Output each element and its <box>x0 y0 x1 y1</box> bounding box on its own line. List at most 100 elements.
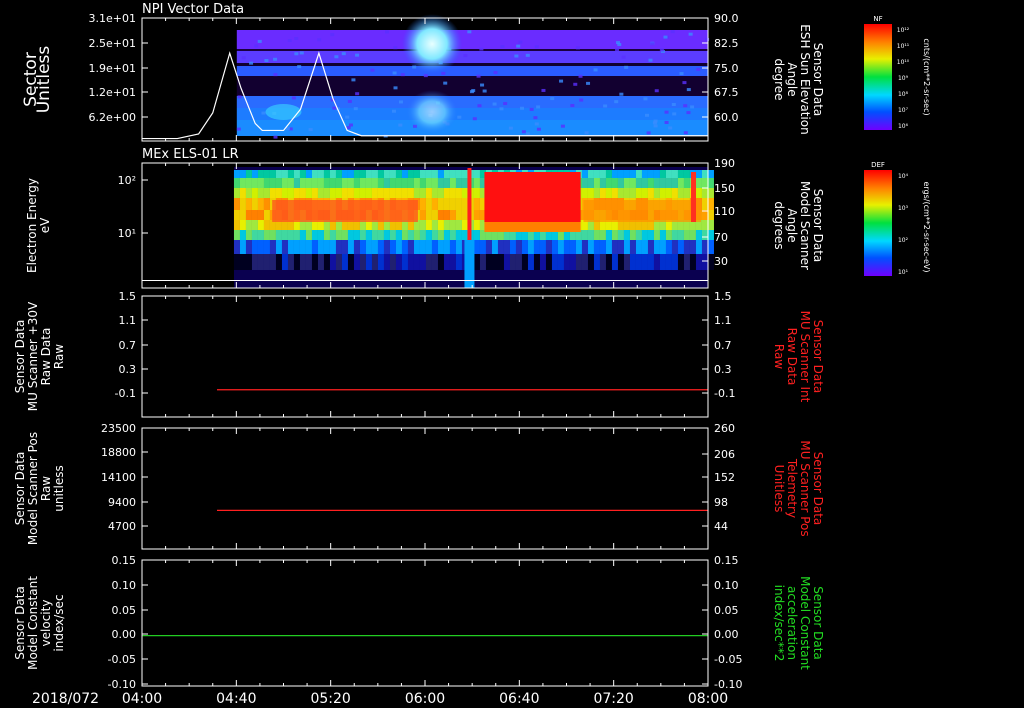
els-cell <box>335 178 342 188</box>
y-axis-label-right: Sensor Data <box>811 586 825 660</box>
npi-pixel <box>500 45 505 49</box>
npi-pixel <box>370 68 375 72</box>
els-cell <box>623 178 630 188</box>
els-cell <box>653 188 660 198</box>
y-axis-label-left: Raw <box>39 476 53 501</box>
els-cell <box>425 178 432 188</box>
els-cell <box>263 254 270 270</box>
els-cell <box>389 254 396 270</box>
npi-pixel <box>384 30 389 34</box>
npi-pixel <box>299 51 304 55</box>
els-cell <box>461 170 468 178</box>
els-cell <box>479 240 486 254</box>
els-cell <box>653 170 660 178</box>
els-cell <box>245 230 252 240</box>
npi-pixel <box>525 53 530 57</box>
els-cell <box>287 170 294 178</box>
els-cell <box>365 254 372 270</box>
y-axis-label-left: Raw <box>52 344 66 369</box>
colorbar-2: DEF 10⁴ 10³ 10² 10¹ ergs/(cm**2-sr-sec-eV) <box>864 161 931 276</box>
els-cell <box>341 240 348 254</box>
els-cell <box>635 178 642 188</box>
els-cell <box>371 254 378 270</box>
els-cell <box>299 188 306 198</box>
els-cell <box>545 254 552 270</box>
els-cell <box>425 220 432 230</box>
els-cell <box>659 254 666 270</box>
els-cell <box>353 254 360 270</box>
npi-band-1 <box>236 49 708 51</box>
els-cell <box>629 230 636 240</box>
els-cell <box>551 240 558 254</box>
panel-border <box>141 559 709 687</box>
npi-pixel <box>353 107 358 111</box>
y-tick-label-left: 2.5e+01 <box>89 37 136 50</box>
els-cell <box>503 240 510 254</box>
els-cell <box>473 230 480 240</box>
npi-pixel <box>696 67 701 71</box>
els-cell <box>599 254 606 270</box>
els-cell <box>515 240 522 254</box>
els-cell <box>707 220 714 230</box>
els-cell <box>287 230 294 240</box>
els-cell <box>311 240 318 254</box>
y-tick-label-left: -0.1 <box>115 387 136 400</box>
npi-pixel <box>443 81 448 85</box>
els-cell <box>593 240 600 254</box>
els-cell <box>695 170 702 178</box>
els-cell <box>233 170 240 178</box>
els-cell <box>329 230 336 240</box>
y-tick-label-left: 1.9e+01 <box>89 62 136 75</box>
els-cell <box>365 170 372 178</box>
npi-pixel <box>332 106 337 110</box>
els-cell <box>383 178 390 188</box>
y-axis-label-right: degree <box>772 58 786 100</box>
npi-pixel <box>254 44 259 48</box>
els-cell <box>701 230 708 240</box>
els-cell <box>323 240 330 254</box>
els-cell <box>629 188 636 198</box>
els-cell <box>431 178 438 188</box>
els-cell <box>395 170 402 178</box>
els-cell <box>305 240 312 254</box>
els-cell <box>461 220 468 230</box>
npi-pixel <box>273 135 278 139</box>
npi-pixel <box>686 88 691 92</box>
els-cell <box>413 230 420 240</box>
els-cell <box>443 254 450 270</box>
els-cell <box>629 170 636 178</box>
els-cell <box>665 170 672 178</box>
npi-pixel <box>348 123 353 127</box>
els-cell <box>455 220 462 230</box>
y-axis-label-left: Sensor Data <box>13 320 27 394</box>
els-cell <box>449 170 456 178</box>
els-cell <box>461 198 468 210</box>
els-cell <box>311 170 318 178</box>
els-cell <box>419 220 426 230</box>
els-cell <box>383 240 390 254</box>
els-cell <box>581 254 588 270</box>
els-cell <box>251 178 258 188</box>
els-cell <box>653 178 660 188</box>
panel-5-frame: 0.15 0.10 0.05 0.00 -0.05 -0.10 0.15 0.10 0.05 0.… <box>13 554 825 691</box>
els-cell <box>443 220 450 230</box>
els-cell <box>395 240 402 254</box>
els-cell <box>581 230 588 240</box>
npi-pixel <box>679 72 684 76</box>
npi-pixel <box>690 105 695 109</box>
els-cell <box>449 178 456 188</box>
els-cell <box>293 170 300 178</box>
els-cell <box>443 240 450 254</box>
els-cell <box>341 170 348 178</box>
els-cell <box>317 188 324 198</box>
y-axis-label-right: Sensor Data <box>811 43 825 117</box>
els-cell <box>359 240 366 254</box>
els-intense-region <box>484 172 581 222</box>
els-cell <box>593 230 600 240</box>
els-cell <box>599 170 606 178</box>
y-axis-label-right: Raw Data <box>785 328 799 386</box>
els-cell <box>635 254 642 270</box>
els-cell <box>281 188 288 198</box>
els-cell <box>263 178 270 188</box>
els-cell <box>563 240 570 254</box>
